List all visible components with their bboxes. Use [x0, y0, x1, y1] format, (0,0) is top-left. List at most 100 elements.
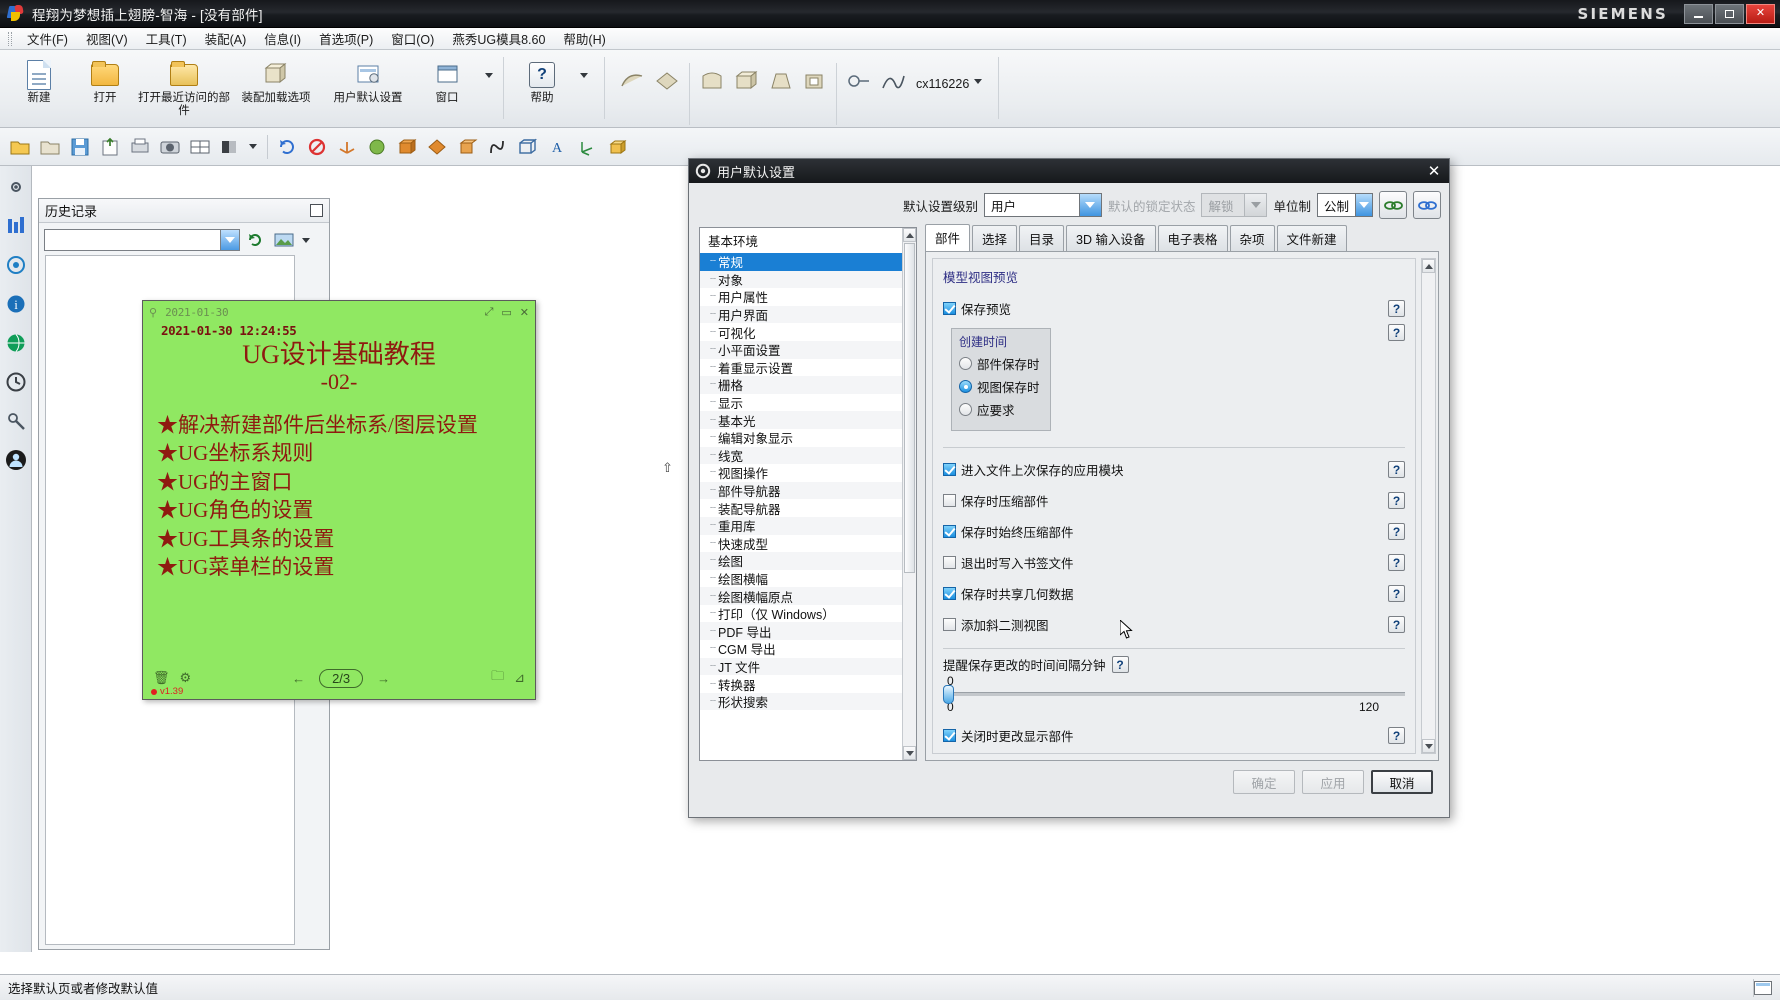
note-expand-icon[interactable]: ⤢	[485, 306, 494, 319]
datum-csys-icon[interactable]	[333, 133, 361, 161]
resize-icon[interactable]: ⊿	[514, 670, 525, 686]
resource-settings-icon[interactable]	[3, 174, 29, 200]
tree-item-user-interface[interactable]: ┄ 用户界面	[700, 305, 916, 324]
tree-item-highlight-settings[interactable]: ┄ 着重显示设置	[700, 359, 916, 377]
assembly-cube-icon[interactable]	[603, 133, 631, 161]
tree-item-user-attributes[interactable]: ┄ 用户属性	[700, 288, 916, 306]
analysis-tool-1[interactable]	[842, 61, 876, 98]
tree-item-cgm-export[interactable]: ┄ CGM 导出	[700, 640, 916, 658]
enter-last-saved-app-checkbox[interactable]	[943, 463, 956, 476]
close-button[interactable]: ✕	[1746, 3, 1775, 24]
maximize-button[interactable]	[1715, 3, 1744, 24]
history-image-dropdown[interactable]	[300, 229, 312, 251]
tab-selection[interactable]: 选择	[972, 225, 1018, 251]
spline-icon[interactable]	[483, 133, 511, 161]
tree-item-jt-file[interactable]: ┄ JT 文件	[700, 657, 916, 676]
radio-on-view-save-row[interactable]: 视图保存时	[959, 377, 1043, 396]
sticky-note-window[interactable]: ⚲ 2021-01-30 ⤢ ▭ ✕ 2021-01-30 12:24:55 U…	[142, 300, 536, 700]
ribbon-help-dropdown[interactable]	[575, 55, 593, 92]
chevron-down-icon[interactable]	[1078, 194, 1101, 216]
history-pin-button[interactable]	[310, 204, 323, 217]
settings-tree[interactable]: 基本环境 ┄ 常规 ┄ 对象 ┄ 用户属性 ┄ 用户界面 ┄ 可视化 ┄ 小平面设置 ┄ 着重…	[699, 227, 917, 761]
slider-thumb[interactable]	[943, 685, 954, 704]
tab-3d-input-device[interactable]: 3D 输入设备	[1066, 225, 1156, 251]
radio-on-view-save[interactable]	[959, 380, 972, 393]
panel-scroll-down[interactable]	[1422, 739, 1435, 753]
tree-item-drawing-banner[interactable]: ┄ 绘图横幅	[700, 570, 916, 588]
plot-icon[interactable]	[126, 133, 154, 161]
dialog-close-button[interactable]: ✕	[1423, 162, 1445, 181]
default-level-select[interactable]: 用户	[983, 193, 1102, 217]
menu-grip-handle[interactable]	[8, 31, 12, 46]
extrude2-icon[interactable]	[453, 133, 481, 161]
history-image-toggle[interactable]	[272, 229, 296, 251]
change-display-part-checkbox-row[interactable]: 关闭时更改显示部件	[943, 726, 1388, 745]
ribbon-window-dropdown[interactable]	[480, 55, 498, 92]
tree-item-grid[interactable]: ┄ 栅格	[700, 376, 916, 394]
layout-icon[interactable]	[186, 133, 214, 161]
ribbon-assembly-load-button[interactable]: 装配加载选项	[230, 55, 322, 105]
open-folder2-icon[interactable]	[36, 133, 64, 161]
analysis-tool-2[interactable]	[876, 61, 910, 98]
solid-tool-3[interactable]	[763, 61, 797, 98]
web-browser-icon[interactable]	[3, 330, 29, 356]
reuse-library-icon[interactable]	[3, 408, 29, 434]
tab-spreadsheet[interactable]: 电子表格	[1157, 225, 1228, 251]
gear-icon[interactable]: ⚙	[180, 670, 192, 686]
tree-item-shape-search[interactable]: ┄ 形状搜索	[700, 692, 916, 711]
tree-scrollbar[interactable]	[902, 228, 916, 760]
help-icon[interactable]: ?	[1388, 585, 1405, 602]
radio-on-part-save-row[interactable]: 部件保存时	[959, 354, 1043, 373]
role-icon[interactable]	[3, 447, 29, 473]
menu-file[interactable]: 文件(F)	[18, 27, 77, 50]
help-icon[interactable]: ?	[1388, 492, 1405, 509]
link-icon[interactable]	[1379, 191, 1407, 219]
ribbon-recent-parts-button[interactable]: 打开最近访问的部件	[138, 55, 230, 118]
shading-icon[interactable]	[216, 133, 244, 161]
solid-tool-4[interactable]	[797, 61, 831, 98]
ribbon-new-button[interactable]: 新建	[6, 55, 72, 105]
compress-on-save-row[interactable]: 保存时压缩部件	[943, 491, 1388, 510]
menu-information[interactable]: 信息(I)	[255, 27, 310, 50]
help-icon[interactable]: ?	[1388, 461, 1405, 478]
help-icon[interactable]: ?	[1388, 523, 1405, 540]
tree-item-print[interactable]: ┄ 打印（仅 Windows）	[700, 605, 916, 623]
pin-icon[interactable]: ⚲	[149, 306, 157, 319]
help-icon[interactable]: ?	[1111, 656, 1129, 673]
tree-item-visualization[interactable]: ┄ 可视化	[700, 323, 916, 341]
minimize-button[interactable]	[1684, 3, 1713, 24]
tree-item-drafting[interactable]: ┄ 绘图	[700, 552, 916, 570]
tree-item-facet-settings[interactable]: ┄ 小平面设置	[700, 340, 916, 359]
radio-on-part-save[interactable]	[959, 357, 972, 370]
open-part-icon[interactable]	[6, 133, 34, 161]
write-bookmark-on-exit-row[interactable]: 退出时写入书签文件	[943, 553, 1388, 572]
menu-help[interactable]: 帮助(H)	[554, 27, 614, 50]
diamond-icon[interactable]	[423, 133, 451, 161]
ribbon-open-button[interactable]: 打开	[72, 55, 138, 105]
tree-item-drawing-banner-origin[interactable]: ┄ 绘图横幅原点	[700, 587, 916, 605]
enter-last-saved-app-row[interactable]: 进入文件上次保存的应用模块	[943, 460, 1388, 479]
scrollbar-thumb[interactable]	[904, 243, 915, 573]
cancel-button[interactable]: 取消	[1371, 770, 1433, 794]
units-select[interactable]: 公制	[1317, 193, 1373, 217]
menu-assemblies[interactable]: 装配(A)	[196, 27, 256, 50]
help-icon[interactable]: ?	[1388, 324, 1405, 341]
menu-window[interactable]: 窗口(O)	[382, 27, 443, 50]
add-trimetric-view-row[interactable]: 添加斜二测视图	[943, 615, 1388, 634]
part-navigator-icon[interactable]	[3, 252, 29, 278]
csys-small-icon[interactable]	[573, 133, 601, 161]
solid-tool-2[interactable]	[729, 61, 763, 98]
tree-item-view-operation[interactable]: ┄ 视图操作	[700, 464, 916, 482]
radio-on-demand[interactable]	[959, 403, 972, 416]
tree-item-edit-object-display[interactable]: ┄ 编辑对象显示	[700, 429, 916, 447]
refresh-view-icon[interactable]	[273, 133, 301, 161]
close-icon[interactable]: ✕	[520, 306, 529, 319]
box-solid-icon[interactable]	[393, 133, 421, 161]
minimize-icon[interactable]: ▭	[501, 306, 511, 319]
menu-tools[interactable]: 工具(T)	[137, 27, 196, 50]
tree-item-translator[interactable]: ┄ 转换器	[700, 675, 916, 693]
history-refresh-button[interactable]	[244, 229, 268, 251]
save-as-icon[interactable]	[96, 133, 124, 161]
ribbon-user-defaults-button[interactable]: 用户默认设置	[322, 55, 414, 105]
scroll-down-button[interactable]	[903, 746, 916, 760]
